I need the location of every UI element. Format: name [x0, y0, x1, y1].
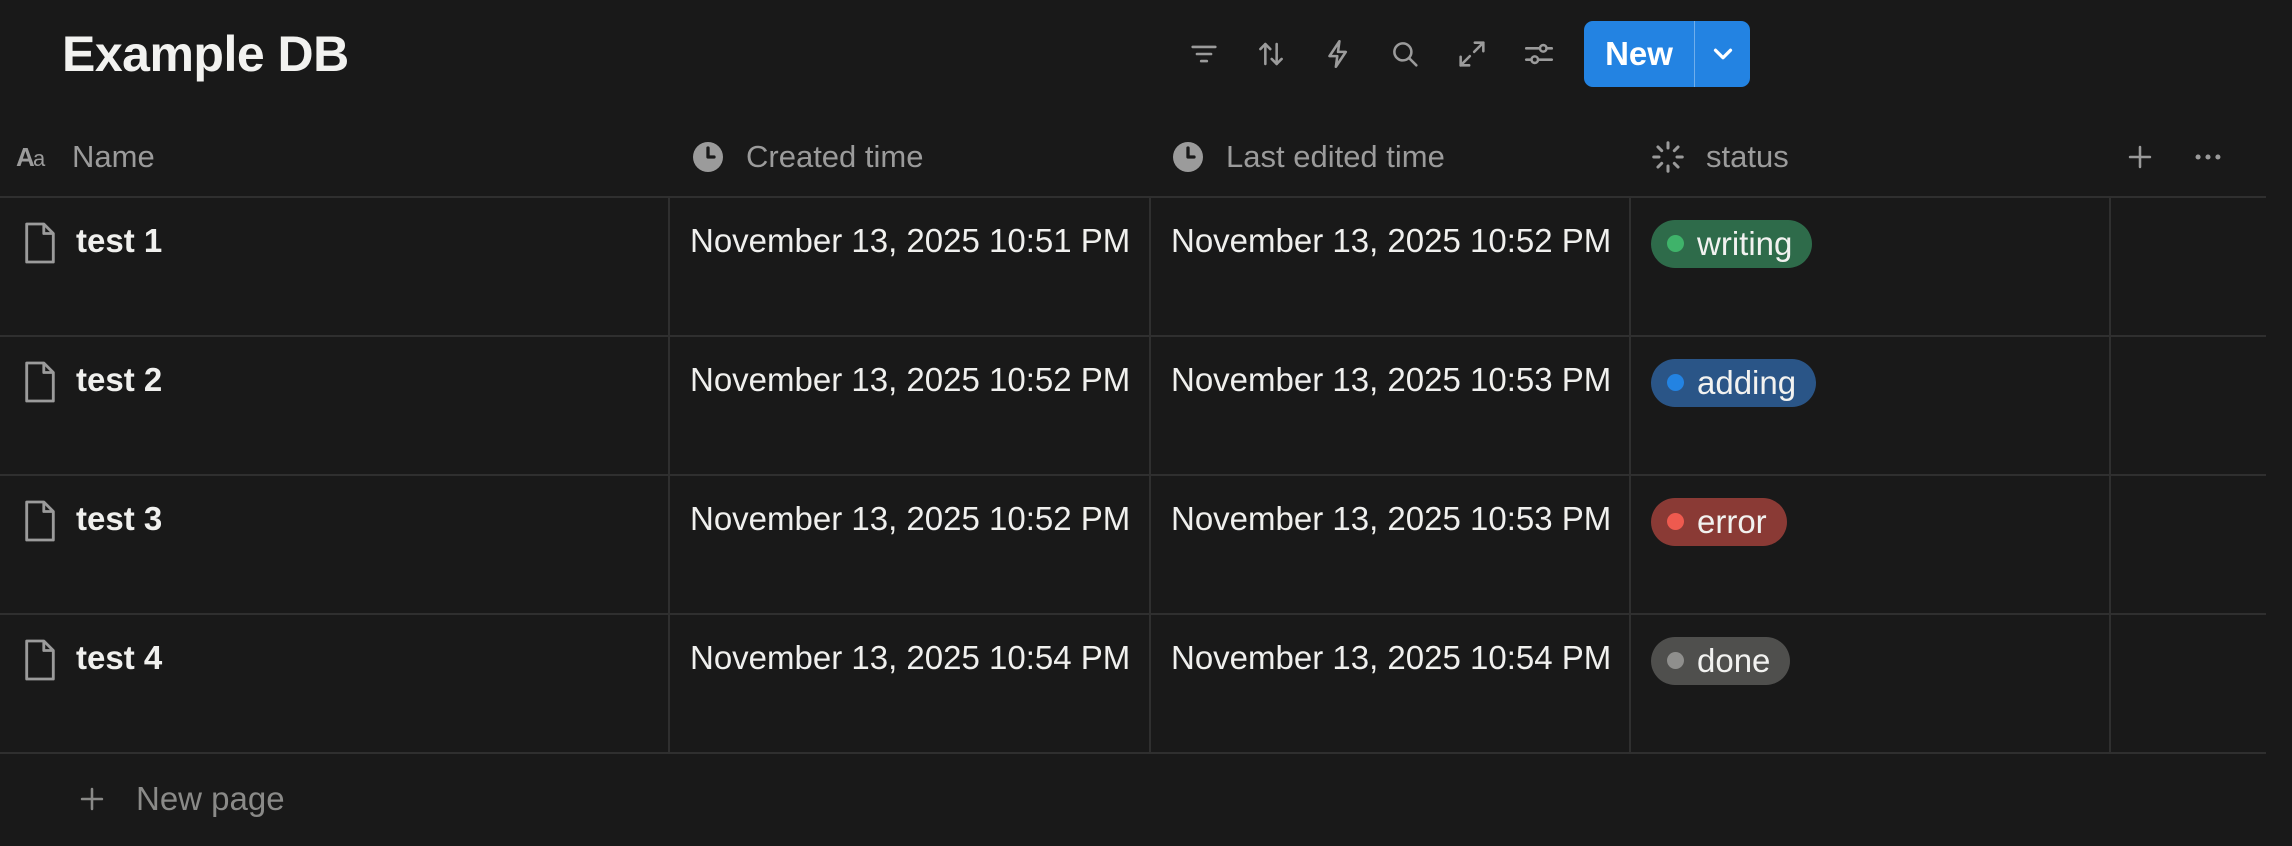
- status-cell[interactable]: error: [1631, 476, 2111, 613]
- status-badge[interactable]: writing: [1651, 219, 1813, 268]
- row-title: test 1: [76, 222, 163, 259]
- column-header-edited[interactable]: Last edited time: [1170, 115, 1445, 198]
- expand-button[interactable]: [1444, 26, 1500, 82]
- page-icon: [20, 635, 60, 685]
- table-row: test 4 November 13, 2025 10:54 PM Novemb…: [0, 615, 2266, 754]
- row-title: test 4: [76, 639, 163, 676]
- empty-cell[interactable]: [2111, 198, 2266, 335]
- settings-sliders-icon: [1524, 43, 1554, 65]
- status-dot: [1667, 235, 1684, 252]
- svg-text:a: a: [33, 146, 46, 171]
- new-button-group: New: [1584, 21, 1750, 87]
- page-icon: [20, 218, 60, 268]
- created-time-cell[interactable]: November 13, 2025 10:52 PM: [670, 476, 1151, 613]
- expand-icon: [1459, 41, 1485, 67]
- clock-icon: [690, 139, 726, 175]
- status-label: writing: [1697, 224, 1793, 262]
- last-edited-time-cell[interactable]: November 13, 2025 10:53 PM: [1151, 337, 1631, 474]
- table-row: test 2 November 13, 2025 10:52 PM Novemb…: [0, 337, 2266, 476]
- row-name-cell[interactable]: test 2: [0, 337, 670, 474]
- created-time-cell[interactable]: November 13, 2025 10:52 PM: [670, 337, 1151, 474]
- column-label-created: Created time: [746, 138, 924, 174]
- filter-icon: [1191, 45, 1217, 63]
- header-actions: [2100, 115, 2236, 198]
- chevron-down-icon: [1713, 48, 1732, 60]
- empty-cell[interactable]: [2111, 476, 2266, 613]
- table-row: test 1 November 13, 2025 10:51 PM Novemb…: [0, 198, 2266, 337]
- more-horizontal-icon: [2195, 153, 2221, 160]
- column-header-name[interactable]: A a Name: [16, 115, 155, 198]
- table-body: test 1 November 13, 2025 10:51 PM Novemb…: [0, 198, 2266, 754]
- status-spinner-icon: [1650, 139, 1686, 175]
- page-icon: [20, 357, 60, 407]
- search-icon: [1393, 42, 1418, 67]
- filter-button[interactable]: [1176, 26, 1232, 82]
- status-cell[interactable]: adding: [1631, 337, 2111, 474]
- new-dropdown-button[interactable]: [1695, 21, 1750, 87]
- status-dot: [1667, 513, 1684, 530]
- status-badge[interactable]: adding: [1651, 358, 1817, 407]
- empty-cell[interactable]: [2111, 615, 2266, 752]
- add-property-button[interactable]: [2112, 129, 2168, 185]
- view-settings-button[interactable]: [1511, 26, 1567, 82]
- created-time-cell[interactable]: November 13, 2025 10:54 PM: [670, 615, 1151, 752]
- automation-button[interactable]: [1310, 26, 1366, 82]
- status-badge[interactable]: error: [1651, 497, 1787, 546]
- more-options-button[interactable]: [2180, 129, 2236, 185]
- row-title: test 2: [76, 361, 163, 398]
- empty-cell[interactable]: [2111, 337, 2266, 474]
- table-row: test 3 November 13, 2025 10:52 PM Novemb…: [0, 476, 2266, 615]
- database-table: A a Name Created time Last edited time s…: [0, 115, 2266, 844]
- last-edited-time-cell[interactable]: November 13, 2025 10:52 PM: [1151, 198, 1631, 335]
- created-time-cell[interactable]: November 13, 2025 10:51 PM: [670, 198, 1151, 335]
- plus-icon: [74, 781, 110, 817]
- last-edited-time-cell[interactable]: November 13, 2025 10:53 PM: [1151, 476, 1631, 613]
- row-name-cell[interactable]: test 1: [0, 198, 670, 335]
- table-header: A a Name Created time Last edited time s…: [0, 115, 2266, 198]
- column-header-created[interactable]: Created time: [690, 115, 923, 198]
- new-page-button[interactable]: New page: [0, 754, 2266, 844]
- text-property-icon: A a: [16, 139, 52, 175]
- column-header-status[interactable]: status: [1650, 115, 1789, 198]
- database-title[interactable]: Example DB: [62, 24, 349, 84]
- database-header: Example DB New: [0, 0, 2292, 110]
- automation-bolt-icon: [1328, 39, 1348, 69]
- last-edited-time-cell[interactable]: November 13, 2025 10:54 PM: [1151, 615, 1631, 752]
- clock-icon: [1170, 139, 1206, 175]
- status-label: error: [1697, 502, 1767, 540]
- sort-icon: [1259, 42, 1283, 66]
- new-page-label: New page: [136, 780, 285, 817]
- sort-button[interactable]: [1243, 26, 1299, 82]
- search-button[interactable]: [1377, 26, 1433, 82]
- column-label-status: status: [1706, 138, 1789, 174]
- view-toolbar: [1176, 22, 1578, 86]
- page-icon: [20, 496, 60, 546]
- status-cell[interactable]: writing: [1631, 198, 2111, 335]
- status-dot: [1667, 374, 1684, 391]
- row-name-cell[interactable]: test 3: [0, 476, 670, 613]
- status-badge[interactable]: done: [1651, 636, 1791, 685]
- status-cell[interactable]: done: [1631, 615, 2111, 752]
- column-label-edited: Last edited time: [1226, 138, 1445, 174]
- status-label: done: [1697, 641, 1771, 679]
- status-label: adding: [1697, 363, 1797, 401]
- plus-icon: [2128, 145, 2152, 168]
- row-title: test 3: [76, 500, 163, 537]
- row-name-cell[interactable]: test 4: [0, 615, 670, 752]
- status-dot: [1667, 652, 1684, 669]
- column-label-name: Name: [72, 138, 155, 174]
- new-button[interactable]: New: [1584, 21, 1694, 87]
